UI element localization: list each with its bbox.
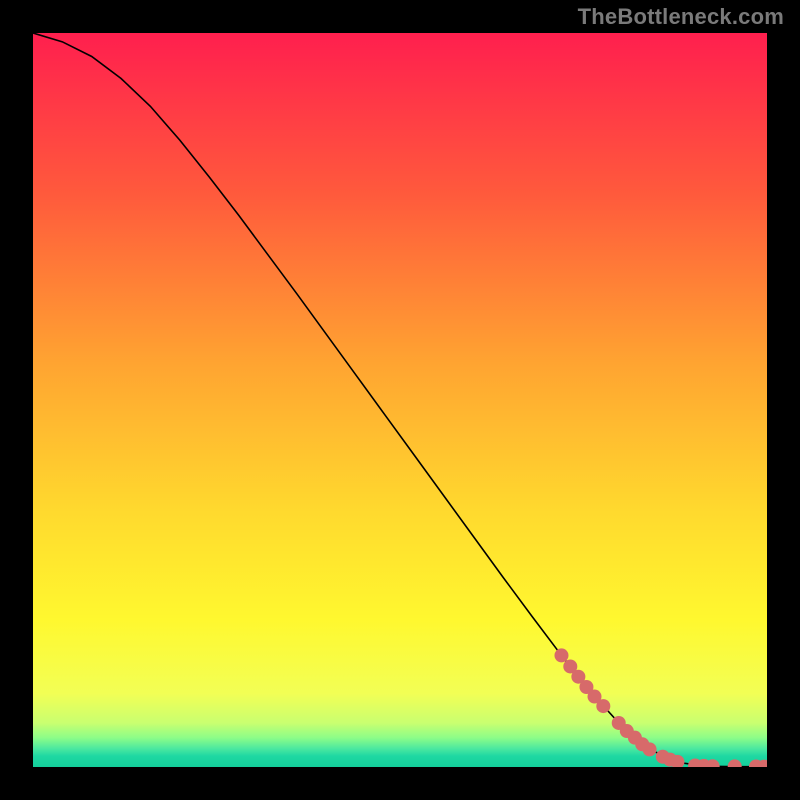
plot-area	[33, 33, 767, 767]
chart-frame: TheBottleneck.com	[0, 0, 800, 800]
chart-svg	[33, 33, 767, 767]
watermark-text: TheBottleneck.com	[578, 4, 784, 30]
data-marker	[596, 699, 610, 713]
gradient-background	[33, 33, 767, 767]
data-marker	[643, 742, 657, 756]
data-marker	[554, 648, 568, 662]
